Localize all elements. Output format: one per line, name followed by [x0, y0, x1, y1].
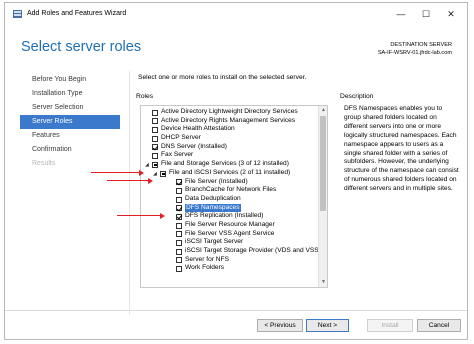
role-checkbox[interactable] — [176, 213, 182, 220]
server-manager-icon — [13, 10, 22, 18]
role-label: File and iSCSI Services (2 of 11 install… — [169, 168, 291, 176]
title-bar: Add Roles and Features Wizard — ☐ ✕ — [5, 3, 467, 25]
role-item[interactable]: File Server VSS Agent Service — [141, 230, 319, 239]
instruction-text: Select one or more roles to install on t… — [138, 74, 307, 81]
wizard-window: Add Roles and Features Wizard — ☐ ✕ Sele… — [4, 2, 468, 340]
cancel-button[interactable]: Cancel — [417, 319, 461, 332]
role-item[interactable]: Server for NFS — [141, 256, 319, 265]
role-checkbox[interactable] — [152, 135, 158, 142]
destination-server: DESTINATION SERVER SA-IF-WSRV-01.jfrdc-l… — [378, 41, 452, 57]
role-label: DHCP Server — [161, 134, 201, 142]
role-label: Server for NFS — [185, 255, 229, 263]
role-item[interactable]: ◢ File and Storage Services (3 of 12 inst… — [141, 160, 319, 169]
nav-step[interactable]: Features — [20, 129, 120, 143]
annotation-arrow-dfs-namespaces — [117, 212, 165, 219]
role-item[interactable]: File Server Resource Manager — [141, 221, 319, 230]
role-checkbox[interactable] — [176, 266, 182, 273]
role-item[interactable]: File Server (Installed) — [141, 178, 319, 187]
nav-step[interactable]: Server Selection — [20, 101, 120, 115]
role-checkbox[interactable] — [152, 144, 158, 151]
role-label: Active Directory Lightweight Directory S… — [161, 108, 298, 115]
role-checkbox[interactable] — [152, 127, 158, 134]
destination-server-name: SA-IF-WSRV-01.jfrdc-lab.com — [377, 50, 452, 56]
role-label: Fax Server — [161, 151, 194, 159]
role-item[interactable]: DHCP Server — [141, 134, 319, 143]
maximize-icon[interactable]: ☐ — [418, 7, 434, 21]
annotation-arrow-file-storage — [91, 169, 144, 176]
role-label: File and Storage Services (3 of 12 insta… — [161, 160, 289, 168]
role-description: DFS Namespaces enables you to group shar… — [344, 105, 459, 193]
role-label: File Server VSS Agent Service — [185, 229, 275, 237]
role-checkbox[interactable] — [176, 222, 182, 229]
scroll-down-icon[interactable]: ▼ — [319, 278, 327, 287]
role-label: Device Health Attestation — [161, 125, 235, 133]
role-checkbox[interactable] — [176, 179, 182, 186]
role-checkbox[interactable] — [152, 118, 158, 125]
role-checkbox[interactable] — [176, 196, 182, 203]
role-item[interactable]: DFS Namespaces — [141, 203, 319, 213]
role-item[interactable]: BranchCache for Network Files — [141, 186, 319, 195]
role-label: File Server Resource Manager — [185, 220, 275, 228]
role-checkbox[interactable] — [176, 257, 182, 264]
install-button[interactable]: Install — [367, 319, 413, 332]
role-checkbox[interactable] — [176, 231, 182, 238]
page-title: Select server roles — [21, 39, 142, 55]
role-label: Work Folders — [185, 264, 225, 272]
scroll-thumb[interactable] — [320, 116, 326, 211]
role-item[interactable]: ◢ File and iSCSI Services (2 of 11 instal… — [141, 169, 319, 178]
role-item[interactable]: iSCSI Target Storage Provider (VDS and V… — [141, 247, 319, 256]
roles-list[interactable]: Active Directory Lightweight Directory S… — [140, 105, 328, 288]
role-item[interactable]: Active Directory Rights Management Servi… — [141, 117, 319, 126]
nav-step[interactable]: Server Roles — [20, 115, 120, 129]
nav-step[interactable]: Confirmation — [20, 143, 120, 157]
role-label: DFS Namespaces — [185, 203, 241, 213]
role-item[interactable]: Device Health Attestation — [141, 125, 319, 134]
wizard-steps-nav: Before You Begin Installation Type Server … — [20, 73, 120, 171]
role-item[interactable]: DNS Server (Installed) — [141, 143, 319, 152]
annotation-arrow-file-iscsi — [107, 177, 153, 184]
nav-divider — [129, 71, 130, 315]
window-title: Add Roles and Features Wizard — [27, 10, 127, 17]
role-item[interactable]: Active Directory Lightweight Directory S… — [141, 108, 319, 117]
role-checkbox[interactable] — [176, 187, 182, 194]
role-label: DFS Replication (Installed) — [185, 212, 264, 220]
nav-step[interactable]: Installation Type — [20, 87, 120, 101]
role-label: iSCSI Target Server — [185, 238, 244, 246]
role-item[interactable]: iSCSI Target Server — [141, 238, 319, 247]
role-checkbox[interactable] — [152, 161, 158, 168]
role-item[interactable]: Data Deduplication — [141, 195, 319, 204]
footer-divider — [5, 310, 467, 311]
nav-step[interactable]: Before You Begin — [20, 73, 120, 87]
role-label: iSCSI Target Storage Provider (VDS and V… — [185, 247, 319, 254]
role-label: DNS Server (Installed) — [161, 142, 227, 150]
role-checkbox[interactable] — [160, 170, 166, 177]
roles-header: Roles — [136, 93, 154, 100]
role-item[interactable]: DFS Replication (Installed) — [141, 212, 319, 221]
role-checkbox[interactable] — [176, 248, 182, 255]
role-checkbox[interactable] — [152, 109, 158, 116]
role-checkbox[interactable] — [152, 153, 158, 160]
previous-button[interactable]: < Previous — [257, 319, 303, 332]
role-checkbox[interactable] — [176, 205, 182, 212]
scroll-up-icon[interactable]: ▲ — [319, 106, 327, 115]
role-item[interactable]: Fax Server — [141, 151, 319, 160]
role-label: BranchCache for Network Files — [185, 186, 277, 194]
close-icon[interactable]: ✕ — [443, 7, 459, 21]
next-button[interactable]: Next > — [306, 319, 349, 332]
nav-step: Results — [32, 160, 56, 167]
role-label: Data Deduplication — [185, 194, 241, 202]
role-label: File Server (Installed) — [185, 177, 248, 185]
description-header: Description — [340, 93, 374, 100]
destination-label: DESTINATION SERVER — [390, 42, 452, 48]
roles-tree: Active Directory Lightweight Directory S… — [141, 108, 319, 273]
roles-scrollbar[interactable]: ▲ ▼ — [318, 106, 327, 287]
role-item[interactable]: Work Folders — [141, 264, 319, 273]
role-label: Active Directory Rights Management Servi… — [161, 116, 296, 124]
minimize-icon[interactable]: — — [393, 7, 409, 21]
role-checkbox[interactable] — [176, 240, 182, 246]
